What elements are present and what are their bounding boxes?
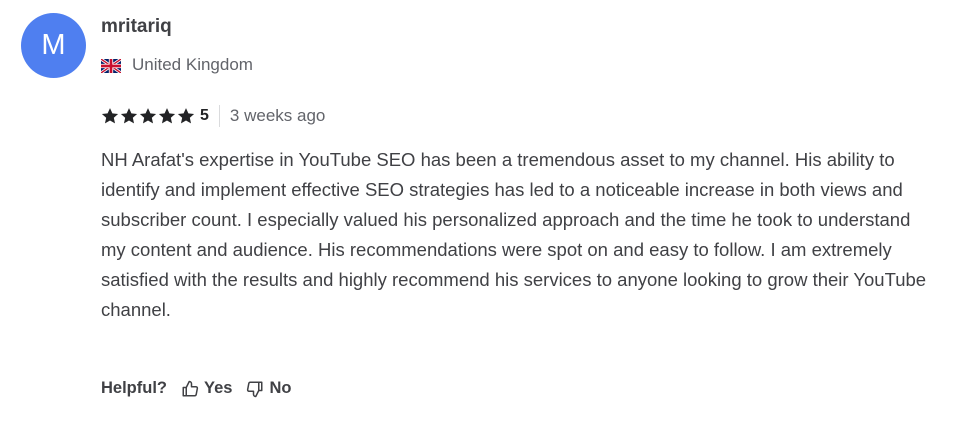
star-icon: [101, 107, 119, 125]
helpful-yes-button[interactable]: Yes: [181, 379, 232, 398]
review-text: NH Arafat's expertise in YouTube SEO has…: [101, 149, 927, 320]
reviewer-username[interactable]: mritariq: [101, 16, 172, 38]
avatar-letter: M: [41, 29, 66, 61]
helpful-row: Helpful? Yes No: [101, 379, 305, 398]
star-icon: [139, 107, 157, 125]
star-icon: [177, 107, 195, 125]
rating-row: 5 3 weeks ago: [101, 105, 325, 127]
avatar[interactable]: M: [21, 13, 86, 78]
country-name: United Kingdom: [132, 55, 253, 74]
rating-divider: [218, 105, 220, 127]
star-icon: [120, 107, 138, 125]
yes-label: Yes: [204, 379, 233, 397]
rating-value: 5: [200, 107, 209, 124]
star-rating: [101, 107, 195, 125]
thumbs-up-icon: [182, 380, 199, 396]
thumbs-down-icon: [247, 381, 263, 397]
helpful-no-button[interactable]: No: [246, 379, 291, 398]
reviewer-country: United Kingdom: [100, 55, 253, 75]
review-time: 3 weeks ago: [229, 106, 326, 125]
helpful-label: Helpful?: [101, 379, 167, 397]
star-icon: [158, 107, 176, 125]
uk-flag-icon: [100, 57, 122, 75]
no-label: No: [269, 379, 292, 397]
